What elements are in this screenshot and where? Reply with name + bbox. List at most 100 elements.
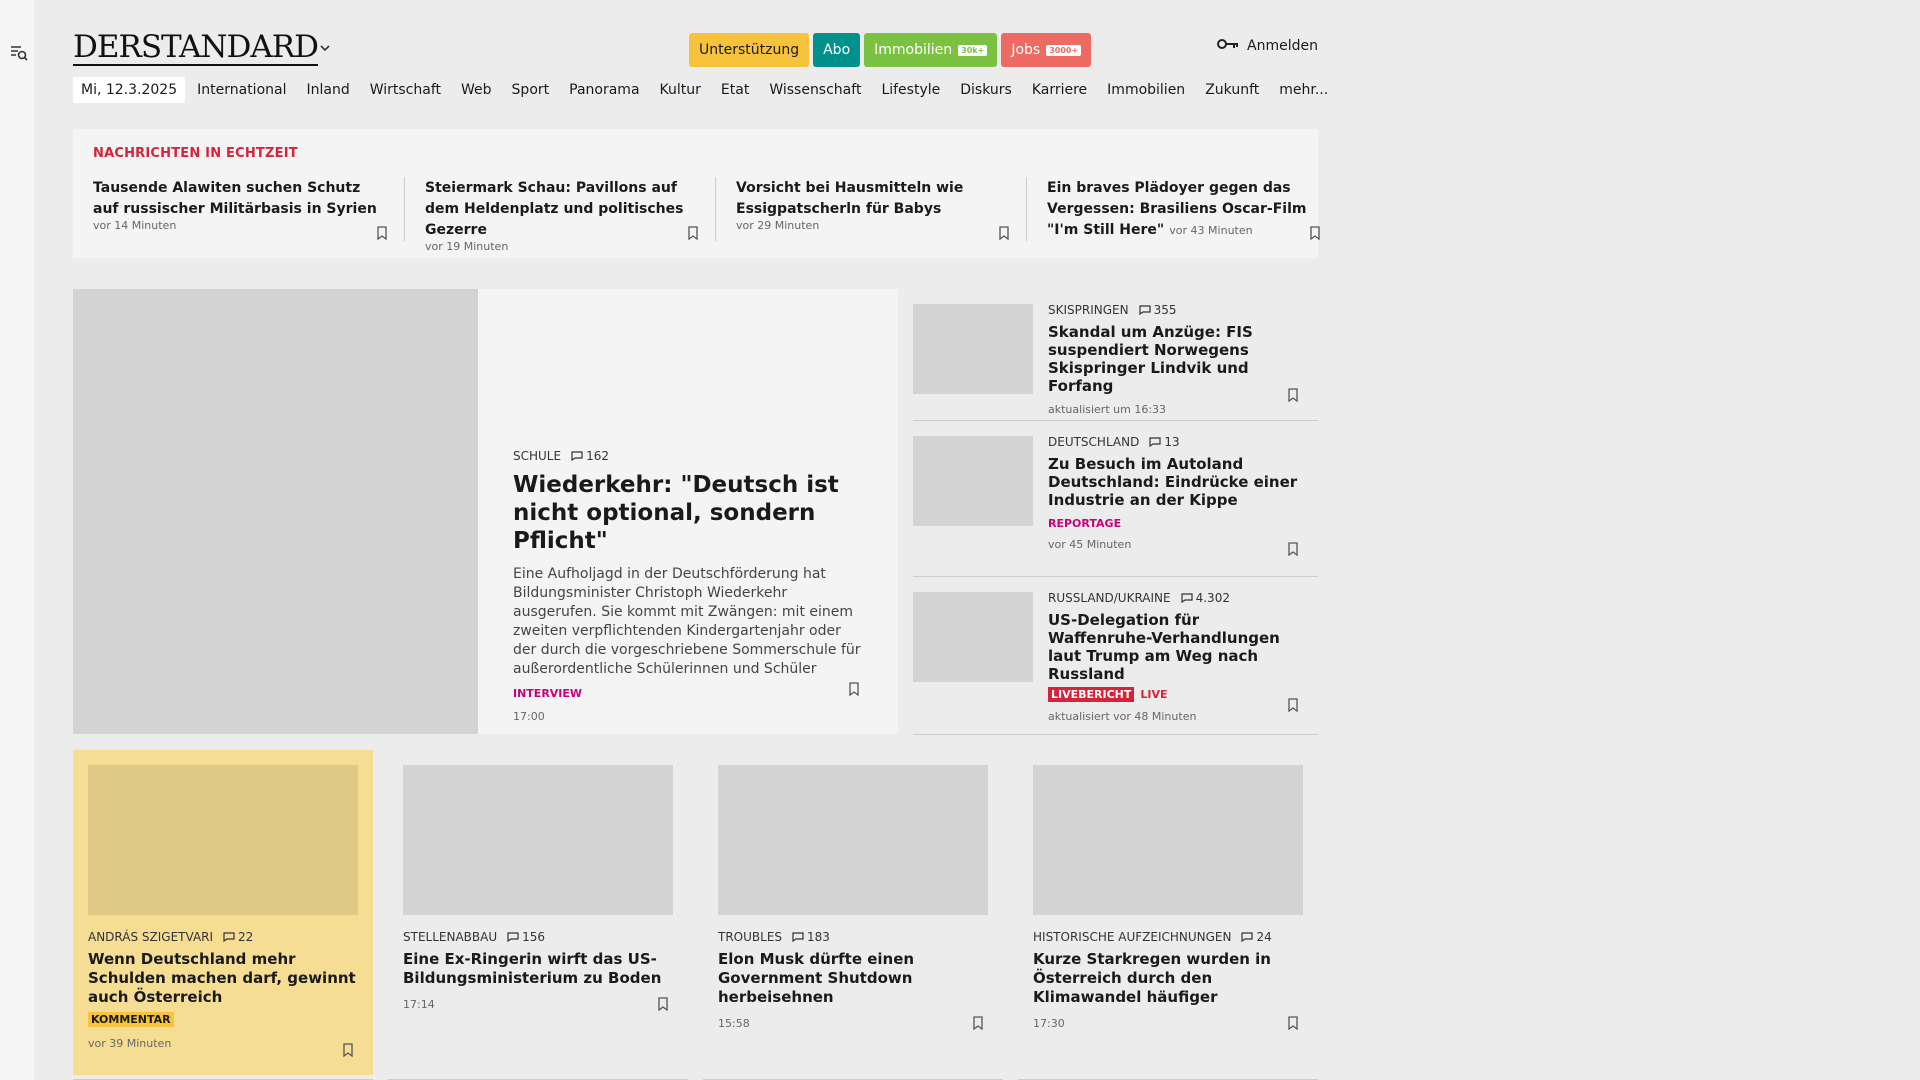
bookmark-icon[interactable] — [342, 1042, 354, 1058]
ticker-item[interactable]: Vorsicht bei Hausmitteln wie Essigpatsch… — [715, 177, 1026, 241]
lead-kicker: SCHULE 162 — [513, 449, 868, 463]
menu-search-icon[interactable] — [8, 42, 30, 64]
card-headline[interactable]: Elon Musk dürfte einen Government Shutdo… — [718, 950, 993, 1007]
lead-story[interactable]: SCHULE 162 Wiederkehr: "Deutsch ist nich… — [73, 289, 898, 734]
comment-icon — [1149, 437, 1161, 447]
bookmark-icon[interactable] — [1287, 697, 1299, 713]
ticker-headline[interactable]: Steiermark Schau: Pavillons auf dem Held… — [425, 180, 683, 238]
liveblog-label: LIVEBERICHT — [1048, 687, 1135, 702]
story-time: aktualisiert um 16:33 — [1048, 403, 1167, 416]
nav-item-lifestyle[interactable]: Lifestyle — [881, 82, 940, 98]
card-image-placeholder[interactable] — [1033, 765, 1303, 915]
comments-count[interactable]: 156 — [507, 930, 545, 944]
comments-value: 4.302 — [1195, 591, 1230, 605]
chevron-down-icon[interactable] — [318, 40, 332, 54]
card-headline[interactable]: Wenn Deutschland mehr Schulden machen da… — [88, 950, 363, 1007]
comments-count[interactable]: 355 — [1138, 303, 1177, 317]
key-icon — [1217, 38, 1239, 54]
comments-value: 22 — [238, 930, 254, 944]
card-image-placeholder[interactable] — [403, 765, 673, 915]
card-kicker: STELLENABBAU 156 — [403, 930, 678, 944]
genre-label: INTERVIEW — [513, 687, 583, 700]
ticker-item[interactable]: Steiermark Schau: Pavillons auf dem Held… — [404, 177, 715, 253]
ticker-time: vor 19 Minuten — [425, 240, 509, 253]
side-story[interactable]: RUSSLAND/UKRAINE 4.302 US-Delegation für… — [913, 577, 1318, 735]
ticker-headline[interactable]: Vorsicht bei Hausmitteln wie Essigpatsch… — [736, 180, 963, 217]
card-image-placeholder[interactable] — [718, 765, 988, 915]
story-cards: ANDRÁS SZIGETVARI 22 Wenn Deutschland me… — [73, 750, 1318, 1080]
login-button[interactable]: Anmelden — [1217, 38, 1318, 54]
nav-item-sport[interactable]: Sport — [512, 82, 550, 98]
comment-icon — [1241, 932, 1254, 942]
comments-count[interactable]: 162 — [571, 449, 609, 463]
lead-headline[interactable]: Wiederkehr: "Deutsch ist nicht optional,… — [513, 471, 868, 555]
story-card[interactable]: HISTORISCHE AUFZEICHNUNGEN 24 Kurze Star… — [1018, 750, 1318, 1075]
card-headline[interactable]: Eine Ex-Ringerin wirft das US-Bildungsmi… — [403, 950, 678, 988]
kicker-label: SCHULE — [513, 449, 562, 463]
side-story[interactable]: SKISPRINGEN 355 Skandal um Anzüge: FIS s… — [913, 289, 1318, 421]
promo-pills: Unterstützung Abo Immobilien 30k+ Jobs 3… — [689, 33, 1092, 67]
story-thumbnail[interactable] — [913, 436, 1033, 526]
story-text: SKISPRINGEN 355 Skandal um Anzüge: FIS s… — [1048, 303, 1303, 416]
nav-item-international[interactable]: International — [197, 82, 286, 98]
comments-count[interactable]: 24 — [1241, 930, 1272, 944]
bookmark-icon[interactable] — [998, 225, 1010, 241]
support-button[interactable]: Unterstützung — [689, 33, 810, 67]
jobs-button[interactable]: Jobs 3000+ — [1001, 33, 1092, 67]
immobilien-button[interactable]: Immobilien 30k+ — [864, 33, 998, 67]
story-thumbnail[interactable] — [913, 592, 1033, 682]
story-headline[interactable]: US-Delegation für Waffenruhe-Verhandlung… — [1048, 611, 1303, 683]
ticker-headline[interactable]: Tausende Alawiten suchen Schutz auf russ… — [93, 180, 377, 217]
site-logo[interactable]: DERSTANDARD — [73, 30, 319, 66]
comment-icon — [1138, 305, 1151, 315]
nav-item-karriere[interactable]: Karriere — [1032, 82, 1087, 98]
story-card-opinion[interactable]: ANDRÁS SZIGETVARI 22 Wenn Deutschland me… — [73, 750, 373, 1075]
comment-icon — [223, 932, 235, 942]
ticker-item[interactable]: Ein braves Plädoyer gegen das Vergessen:… — [1026, 177, 1337, 241]
nav-item-kultur[interactable]: Kultur — [660, 82, 701, 98]
comments-count[interactable]: 22 — [223, 930, 253, 944]
comments-count[interactable]: 13 — [1149, 435, 1180, 449]
nav-item-wissenschaft[interactable]: Wissenschaft — [769, 82, 861, 98]
abo-button[interactable]: Abo — [813, 33, 861, 67]
story-card[interactable]: TROUBLES 183 Elon Musk dürfte einen Gove… — [703, 750, 1003, 1075]
story-thumbnail[interactable] — [913, 304, 1033, 394]
side-story[interactable]: DEUTSCHLAND 13 Zu Besuch im Autoland Deu… — [913, 421, 1318, 577]
bookmark-icon[interactable] — [1287, 1015, 1299, 1031]
card-text: HISTORISCHE AUFZEICHNUNGEN 24 Kurze Star… — [1033, 930, 1308, 1030]
kicker-label: STELLENABBAU — [403, 930, 498, 944]
kicker-label: SKISPRINGEN — [1048, 303, 1129, 317]
card-image-placeholder[interactable] — [88, 765, 358, 915]
story-headline[interactable]: Zu Besuch im Autoland Deutschland: Eindr… — [1048, 455, 1303, 509]
nav-item-immobilien[interactable]: Immobilien — [1107, 82, 1185, 98]
lead-image-placeholder[interactable] — [73, 289, 478, 734]
story-time: vor 45 Minuten — [1048, 538, 1132, 551]
ticker-list: Tausende Alawiten suchen Schutz auf russ… — [93, 177, 1337, 253]
nav-item-zukunft[interactable]: Zukunft — [1205, 82, 1259, 98]
nav-item-web[interactable]: Web — [461, 82, 492, 98]
comments-count[interactable]: 183 — [792, 930, 830, 944]
nav-item-diskurs[interactable]: Diskurs — [960, 82, 1012, 98]
card-headline[interactable]: Kurze Starkregen wurden in Österreich du… — [1033, 950, 1308, 1007]
comments-count[interactable]: 4.302 — [1181, 591, 1230, 605]
nav-item-panorama[interactable]: Panorama — [569, 82, 639, 98]
ticker-time: vor 43 Minuten — [1169, 224, 1253, 237]
bookmark-icon[interactable] — [1287, 387, 1299, 403]
nav-item-inland[interactable]: Inland — [306, 82, 349, 98]
bookmark-icon[interactable] — [1287, 541, 1299, 557]
nav-item-etat[interactable]: Etat — [721, 82, 749, 98]
story-headline[interactable]: Skandal um Anzüge: FIS suspendiert Norwe… — [1048, 323, 1303, 395]
bookmark-icon[interactable] — [1309, 225, 1321, 241]
story-card[interactable]: STELLENABBAU 156 Eine Ex-Ringerin wirft … — [388, 750, 688, 1075]
ticker-time: vor 29 Minuten — [736, 219, 820, 232]
bookmark-icon[interactable] — [376, 225, 388, 241]
comment-icon — [1181, 593, 1193, 603]
bookmark-icon[interactable] — [657, 996, 669, 1012]
comment-icon — [507, 932, 519, 942]
ticker-item[interactable]: Tausende Alawiten suchen Schutz auf russ… — [93, 177, 404, 241]
bookmark-icon[interactable] — [972, 1015, 984, 1031]
nav-item-more[interactable]: mehr... — [1279, 82, 1328, 98]
nav-item-wirtschaft[interactable]: Wirtschaft — [370, 82, 441, 98]
bookmark-icon[interactable] — [687, 225, 699, 241]
bookmark-icon[interactable] — [848, 681, 860, 697]
